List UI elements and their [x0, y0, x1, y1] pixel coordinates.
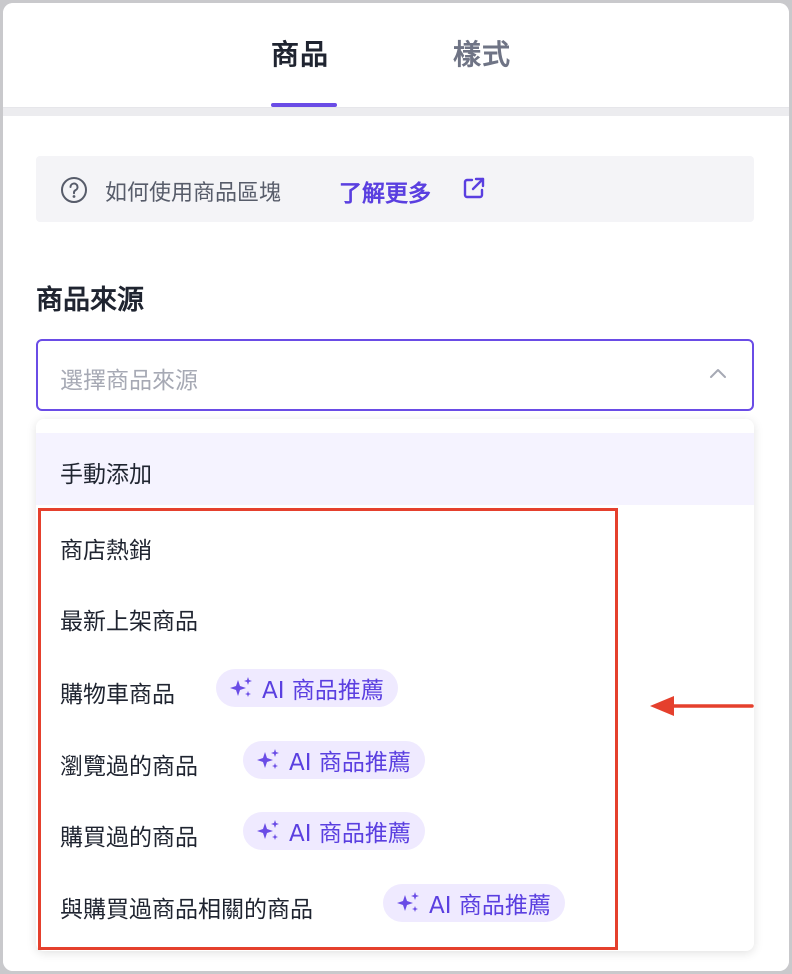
option-store-bestsellers[interactable]: 商店熱銷 [36, 513, 754, 579]
sparkle-icon [397, 892, 419, 912]
learn-more-link[interactable]: 了解更多 [339, 174, 431, 208]
chevron-up-icon [710, 369, 726, 378]
ai-recommend-badge: AI 商品推薦 [243, 741, 425, 779]
product-source-label: 商品來源 [36, 285, 144, 316]
product-source-dropdown: 手動添加 商店熱銷 最新上架商品 購物車商品 AI 商品推薦 瀏覽過的商品 AI… [36, 419, 754, 951]
help-banner: 如何使用商品區塊 了解更多 [36, 156, 754, 222]
option-newest-products[interactable]: 最新上架商品 [36, 584, 754, 650]
product-source-select[interactable]: 選擇商品來源 [36, 339, 754, 411]
option-label: 與購買過商品相關的商品 [60, 897, 313, 923]
ai-recommend-badge: AI 商品推薦 [383, 884, 565, 922]
external-link-icon[interactable] [461, 175, 487, 201]
option-label: 最新上架商品 [60, 609, 198, 635]
question-circle-icon [61, 177, 87, 203]
option-label: 手動添加 [60, 462, 152, 488]
sparkle-icon [257, 820, 279, 840]
option-manual-add[interactable]: 手動添加 [36, 433, 754, 505]
option-purchased-products[interactable]: 購買過的商品 AI 商品推薦 [36, 800, 754, 866]
option-label: 購物車商品 [60, 682, 175, 708]
help-text: 如何使用商品區塊 [105, 181, 282, 206]
option-viewed-products[interactable]: 瀏覽過的商品 AI 商品推薦 [36, 729, 754, 795]
ai-recommend-badge: AI 商品推薦 [216, 669, 398, 707]
option-cart-products[interactable]: 購物車商品 AI 商品推薦 [36, 657, 754, 723]
ai-badge-text: AI 商品推薦 [289, 821, 411, 847]
ai-badge-text: AI 商品推薦 [429, 893, 551, 919]
select-placeholder: 選擇商品來源 [60, 368, 198, 394]
ai-recommend-badge: AI 商品推薦 [243, 812, 425, 850]
header-divider [3, 108, 789, 116]
option-label: 購買過的商品 [60, 825, 198, 851]
tab-style[interactable]: 樣式 [453, 33, 511, 73]
option-label: 商店熱銷 [60, 538, 152, 564]
arrow-left-icon [650, 696, 754, 716]
ai-badge-text: AI 商品推薦 [289, 750, 411, 776]
ai-badge-text: AI 商品推薦 [262, 678, 384, 704]
sparkle-icon [257, 749, 279, 769]
tab-products[interactable]: 商品 [271, 33, 329, 73]
option-label: 瀏覽過的商品 [60, 754, 198, 780]
active-tab-indicator [271, 103, 337, 107]
option-related-purchased-products[interactable]: 與購買過商品相關的商品 AI 商品推薦 [36, 872, 754, 938]
sparkle-icon [230, 677, 252, 697]
tab-bar: 商品 樣式 [3, 3, 789, 108]
products-panel: 如何使用商品區塊 了解更多 商品來源 選擇商品來源 手動添加 商店熱銷 最新上架… [3, 116, 789, 971]
product-block-settings-panel: 商品 樣式 如何使用商品區塊 了解更多 商品來源 選擇商品來源 手動添加 商店熱… [3, 3, 789, 971]
